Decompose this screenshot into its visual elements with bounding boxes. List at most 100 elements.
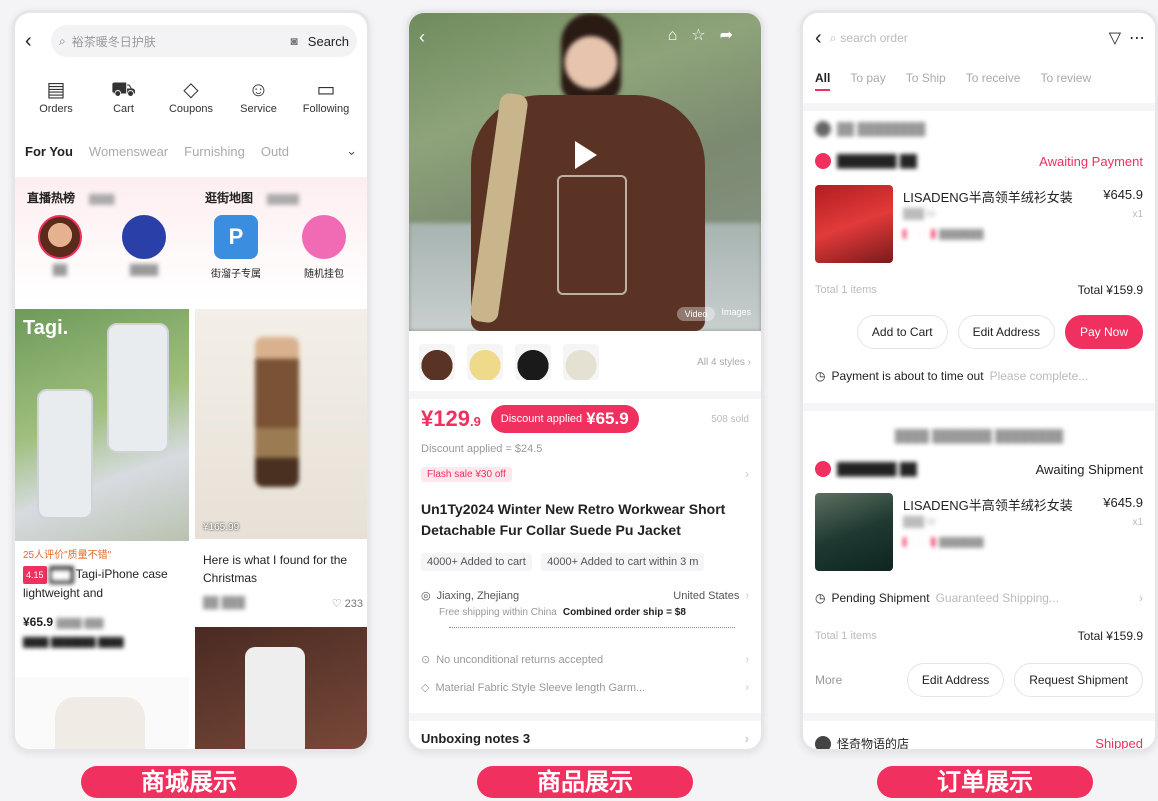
- back-arrow-icon[interactable]: ‹: [815, 27, 822, 50]
- camera-icon[interactable]: ◙: [291, 34, 298, 48]
- filter-icon[interactable]: ▽: [1109, 28, 1121, 48]
- live-avatar-1[interactable]: ██: [35, 215, 85, 276]
- item-image: [815, 185, 893, 263]
- recommend-row: ██ ████████: [815, 121, 1143, 137]
- like-count: 233: [344, 598, 363, 610]
- shipping-row[interactable]: ◎ Jiaxing, Zhejiang United States ›: [421, 589, 749, 603]
- street-map-heading[interactable]: 逛街地图 █████: [205, 189, 299, 206]
- shortcut-label: Cart: [113, 103, 134, 115]
- tab-images[interactable]: Images: [721, 307, 751, 321]
- map-item-1[interactable]: P 街溜子专属: [211, 215, 261, 280]
- product-card[interactable]: [15, 677, 189, 749]
- tab-all[interactable]: All: [815, 71, 831, 91]
- mall-search-input[interactable]: ⌕ 裕茶暖冬日护肤 ◙ Search: [51, 25, 357, 57]
- live-ranking-heading[interactable]: 直播热榜 ████: [27, 189, 115, 206]
- map-item-2[interactable]: 随机挂包: [299, 215, 349, 280]
- tab-to-review[interactable]: To review: [1040, 71, 1091, 85]
- product-title: 4.15 ███ Tagi-iPhone case lightweight and: [23, 565, 181, 602]
- store-logo: [815, 121, 831, 137]
- phone-case-image: [107, 323, 169, 453]
- tab-womenswear[interactable]: Womenswear: [89, 144, 168, 159]
- edit-address-button[interactable]: Edit Address: [906, 663, 1005, 697]
- shipping-note: Free shipping within China: [439, 607, 557, 618]
- tab-for-you[interactable]: For You: [25, 144, 73, 159]
- discount-label: Discount applied: [500, 413, 583, 425]
- order-phone: ‹ ⌕ search order ▽ ⋯ All To pay To Ship …: [800, 10, 1158, 752]
- store-row[interactable]: ███████ ██ Awaiting Payment: [815, 153, 1143, 169]
- edit-address-button[interactable]: Edit Address: [957, 315, 1055, 349]
- product-card[interactable]: ¥165.99: [195, 309, 367, 539]
- product-caption: 商品展示: [477, 766, 693, 798]
- style-thumbnails: All 4 styles ›: [419, 339, 751, 385]
- live-avatar-2[interactable]: ████: [119, 215, 169, 276]
- order-item[interactable]: LISADENG半高领羊绒衫女装 ¥645.9 ███ M x1 ████ ██…: [815, 493, 1143, 573]
- style-thumb[interactable]: [515, 344, 551, 380]
- style-thumb[interactable]: [563, 344, 599, 380]
- back-arrow-icon[interactable]: ‹: [25, 30, 51, 53]
- store-row[interactable]: ███████ ██ Awaiting Shipment: [815, 461, 1143, 477]
- search-button[interactable]: Search: [308, 34, 349, 49]
- ship-from: Jiaxing, Zhejiang: [436, 589, 520, 602]
- tab-to-receive[interactable]: To receive: [966, 71, 1021, 85]
- specs-row[interactable]: ◇ Material Fabric Style Sleeve length Ga…: [421, 681, 749, 695]
- info-icon: ⊙: [421, 654, 431, 666]
- shortcut-service[interactable]: ☺ Service: [228, 77, 290, 115]
- location-icon: ◎: [421, 590, 431, 602]
- shortcut-orders[interactable]: ▤ Orders: [25, 77, 87, 115]
- tab-furnishing[interactable]: Furnishing: [184, 144, 245, 159]
- media-tabs: Video Images: [676, 307, 751, 321]
- order-status: Shipped: [1095, 736, 1143, 751]
- mall-search-bar: ‹ ⌕ 裕茶暖冬日护肤 ◙ Search: [25, 23, 357, 59]
- tab-outdoor[interactable]: Outd: [261, 144, 289, 159]
- total-items: Total 1 items: [815, 284, 877, 296]
- item-image: [815, 493, 893, 571]
- all-styles-link[interactable]: All 4 styles ›: [697, 357, 751, 368]
- order-search-input[interactable]: ⌕ search order: [830, 25, 1101, 51]
- store-row[interactable]: 怪奇物语的店 Shipped: [815, 735, 1143, 751]
- product-card[interactable]: Tagi. 25人评价"质量不错" 4.15 ███ Tagi-iPhone cas…: [15, 309, 189, 669]
- tab-to-pay[interactable]: To pay: [850, 71, 885, 85]
- order-status: Awaiting Shipment: [1035, 461, 1143, 477]
- chevron-down-icon[interactable]: ⌄: [346, 143, 357, 159]
- price-meta: ████ ███: [56, 618, 104, 628]
- unboxing-row[interactable]: Unboxing notes 3 ›: [421, 731, 749, 746]
- returns-policy: No unconditional returns accepted: [436, 653, 604, 666]
- store-name: ███████ ██: [837, 154, 917, 168]
- store-logo: [815, 153, 831, 169]
- flash-sale-row[interactable]: Flash sale ¥30 off ›: [421, 467, 749, 482]
- tab-video[interactable]: Video: [676, 307, 716, 321]
- price: ¥129.9: [421, 406, 481, 432]
- back-arrow-icon[interactable]: ‹: [419, 27, 425, 48]
- more-icon[interactable]: ⋯: [1129, 28, 1145, 48]
- pay-now-button[interactable]: Pay Now: [1064, 315, 1143, 349]
- tab-to-ship[interactable]: To Ship: [906, 71, 946, 85]
- sold-count: 508 sold: [711, 413, 749, 425]
- badge: ███: [48, 566, 74, 584]
- discount-value: ¥65.9: [586, 409, 629, 428]
- pending-shipment-note[interactable]: ◷ Pending Shipment Guaranteed Shipping..…: [815, 591, 1143, 605]
- add-to-cart-button[interactable]: Add to Cart: [856, 315, 948, 349]
- shortcut-following[interactable]: ▭ Following: [295, 77, 357, 115]
- order-total-row: Total 1 items Total ¥159.9: [815, 629, 1143, 643]
- divider: [409, 713, 761, 721]
- likes[interactable]: ♡ 233: [332, 597, 363, 610]
- shortcut-cart[interactable]: ⛟ Cart: [93, 77, 155, 115]
- product-card[interactable]: [195, 627, 367, 749]
- header-action-icons[interactable]: ⌂☆➦: [668, 25, 747, 45]
- style-thumb[interactable]: [467, 344, 503, 380]
- product-video[interactable]: ‹ ⌂☆➦ Video Images: [409, 13, 761, 331]
- style-thumb[interactable]: [419, 344, 455, 380]
- review-tag: 25人评价"质量不错": [23, 550, 112, 561]
- request-shipment-button[interactable]: Request Shipment: [1014, 663, 1143, 697]
- play-icon[interactable]: [575, 141, 597, 169]
- model-figure: [255, 337, 299, 487]
- order-item[interactable]: LISADENG半高领羊绒衫女装 ¥645.9 ███ M x1 ████ ██…: [815, 185, 1143, 265]
- model-head: [561, 13, 621, 103]
- product-image: Tagi.: [15, 309, 189, 541]
- avatar: [122, 215, 166, 259]
- returns-row[interactable]: ⊙ No unconditional returns accepted ›: [421, 653, 749, 667]
- shortcut-coupons[interactable]: ◇ Coupons: [160, 77, 222, 115]
- overlay-price: ¥165.99: [203, 522, 240, 533]
- more-link[interactable]: More: [815, 673, 842, 687]
- shortcut-row: ▤ Orders ⛟ Cart ◇ Coupons ☺ Service ▭ Followi…: [25, 77, 357, 115]
